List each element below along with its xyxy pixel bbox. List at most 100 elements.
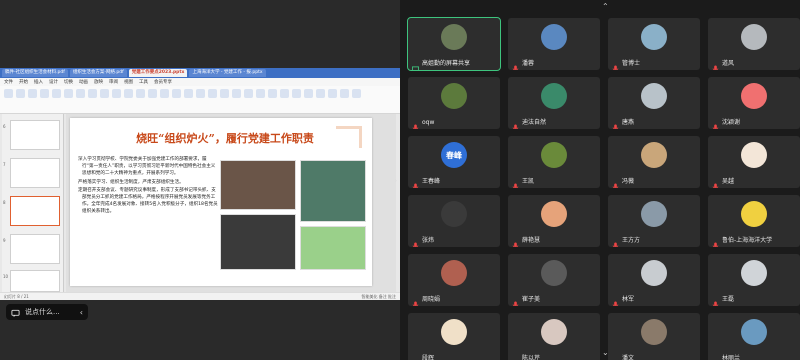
- slide-thumbnail[interactable]: [10, 270, 60, 292]
- participant-tile[interactable]: 道风: [708, 18, 800, 70]
- participant-name: 道风: [722, 60, 735, 67]
- mic-muted-icon: [512, 117, 519, 129]
- menu-item[interactable]: 开始: [19, 79, 28, 85]
- participant-tile[interactable]: 王凯: [508, 136, 600, 188]
- participant-tile[interactable]: 潘蓉: [508, 18, 600, 70]
- wps-ribbon: [0, 86, 400, 114]
- ribbon-button[interactable]: [244, 89, 253, 98]
- participant-tile[interactable]: 春峰 王春峰: [408, 136, 500, 188]
- participant-tile[interactable]: 潘文: [608, 313, 700, 360]
- ribbon-button[interactable]: [64, 89, 73, 98]
- ribbon-button[interactable]: [208, 89, 217, 98]
- slide-editor[interactable]: 烧旺“组织炉火”，履行党建工作职责 深入学习贯彻学校、学院党委关于加强党建工作的…: [66, 114, 396, 294]
- panel-toggle-icon[interactable]: ›: [394, 176, 397, 185]
- menu-item[interactable]: 动画: [79, 79, 88, 85]
- avatar: [441, 201, 467, 227]
- wps-tab[interactable]: 组织生活会方案-网络.pdf: [69, 69, 127, 77]
- ribbon-button[interactable]: [136, 89, 145, 98]
- slide-thumbnail[interactable]: [10, 234, 60, 264]
- ribbon-button[interactable]: [184, 89, 193, 98]
- participant-name: 陈以芹: [522, 355, 541, 360]
- participant-tile[interactable]: 沈颖谢: [708, 77, 800, 129]
- wps-tab-active[interactable]: 党建工作要点2023.pptx: [128, 69, 188, 77]
- participant-tile[interactable]: oqw: [408, 77, 500, 129]
- mic-muted-icon: [412, 235, 419, 247]
- avatar: [741, 24, 767, 50]
- ribbon-button[interactable]: [328, 89, 337, 98]
- thumb-number: 7: [3, 162, 6, 167]
- avatar: [641, 142, 667, 168]
- participant-tile[interactable]: 鲁伯-上海海洋大学: [708, 195, 800, 247]
- participant-tile[interactable]: 崔子美: [508, 254, 600, 306]
- menu-item[interactable]: 文件: [4, 79, 13, 85]
- wps-tab[interactable]: 稿件-社区组织生活会材料.pdf: [2, 69, 68, 77]
- ribbon-button[interactable]: [196, 89, 205, 98]
- ribbon-button[interactable]: [88, 89, 97, 98]
- ribbon-button[interactable]: [232, 89, 241, 98]
- ribbon-button[interactable]: [16, 89, 25, 98]
- menu-item[interactable]: 插入: [34, 79, 43, 85]
- status-tools[interactable]: 智能美化 备注 批注: [361, 294, 396, 300]
- slide-thumbnail-selected[interactable]: [10, 196, 60, 226]
- slide-canvas[interactable]: 烧旺“组织炉火”，履行党建工作职责 深入学习贯彻学校、学院党委关于加强党建工作的…: [70, 118, 372, 286]
- ribbon-button[interactable]: [220, 89, 229, 98]
- participant-tile[interactable]: 林丽兰: [708, 313, 800, 360]
- participant-tile[interactable]: 迪法自然: [508, 77, 600, 129]
- ribbon-button[interactable]: [76, 89, 85, 98]
- wps-window[interactable]: 稿件-社区组织生活会材料.pdf 组织生活会方案-网络.pdf 党建工作要点20…: [0, 68, 400, 300]
- wps-tab[interactable]: 上海海洋大学 - 党建工作 - 报.pptx: [189, 69, 266, 77]
- ribbon-button[interactable]: [316, 89, 325, 98]
- slide-thumbnail[interactable]: [10, 120, 60, 150]
- mic-muted-icon: [712, 294, 719, 306]
- participant-tile[interactable]: 林军: [608, 254, 700, 306]
- ribbon-button[interactable]: [40, 89, 49, 98]
- ribbon-button[interactable]: [112, 89, 121, 98]
- participant-tile[interactable]: 王方方: [608, 195, 700, 247]
- ribbon-button[interactable]: [148, 89, 157, 98]
- menu-item[interactable]: 放映: [94, 79, 103, 85]
- ribbon-button[interactable]: [124, 89, 133, 98]
- ribbon-button[interactable]: [292, 89, 301, 98]
- avatar: [641, 201, 667, 227]
- scroll-up-icon[interactable]: ⌃: [602, 2, 609, 11]
- ribbon-button[interactable]: [268, 89, 277, 98]
- ribbon-button[interactable]: [340, 89, 349, 98]
- menu-item[interactable]: 切换: [64, 79, 73, 85]
- ribbon-button[interactable]: [304, 89, 313, 98]
- bullet-text: 严格落实学习、组织生活制度，严肃支部组织生活。: [78, 179, 184, 185]
- menu-item[interactable]: 审阅: [109, 79, 118, 85]
- ribbon-button[interactable]: [172, 89, 181, 98]
- menu-item[interactable]: 会员专享: [154, 79, 172, 85]
- participant-tile[interactable]: 管博士: [608, 18, 700, 70]
- participant-tile[interactable]: 高姐勤的屏幕共享: [407, 17, 501, 71]
- menu-item[interactable]: 设计: [49, 79, 58, 85]
- collapse-icon[interactable]: ‹: [80, 308, 83, 317]
- participant-tile[interactable]: 冯薇: [608, 136, 700, 188]
- participant-name: 迪法自然: [522, 119, 547, 126]
- chat-input-pill[interactable]: 说点什么... ‹: [6, 304, 88, 320]
- ribbon-button[interactable]: [28, 89, 37, 98]
- wps-status-bar: 幻灯片 8 / 21 智能美化 备注 批注: [0, 292, 400, 300]
- ribbon-button[interactable]: [160, 89, 169, 98]
- participant-tile[interactable]: 周晓娟: [408, 254, 500, 306]
- slide-thumbnail[interactable]: [10, 158, 60, 188]
- participant-tile[interactable]: 薛艳慧: [508, 195, 600, 247]
- shared-screen-panel: 稿件-社区组织生活会材料.pdf 组织生活会方案-网络.pdf 党建工作要点20…: [0, 0, 400, 360]
- participant-tile[interactable]: 段辉: [408, 313, 500, 360]
- ribbon-button[interactable]: [352, 89, 361, 98]
- participant-tile[interactable]: 王磊: [708, 254, 800, 306]
- participant-tile[interactable]: 唐燕: [608, 77, 700, 129]
- ribbon-button[interactable]: [4, 89, 13, 98]
- slide-photo: [300, 226, 366, 270]
- ribbon-button[interactable]: [256, 89, 265, 98]
- participant-tile[interactable]: 吴越: [708, 136, 800, 188]
- ribbon-button[interactable]: [52, 89, 61, 98]
- ribbon-button[interactable]: [280, 89, 289, 98]
- participant-tile[interactable]: 张炜: [408, 195, 500, 247]
- menu-item[interactable]: 工具: [139, 79, 148, 85]
- participant-tile[interactable]: 陈以芹: [508, 313, 600, 360]
- ribbon-button[interactable]: [100, 89, 109, 98]
- thumb-number: 10: [3, 274, 9, 279]
- mic-muted-icon: [412, 117, 419, 129]
- menu-item[interactable]: 视图: [124, 79, 133, 85]
